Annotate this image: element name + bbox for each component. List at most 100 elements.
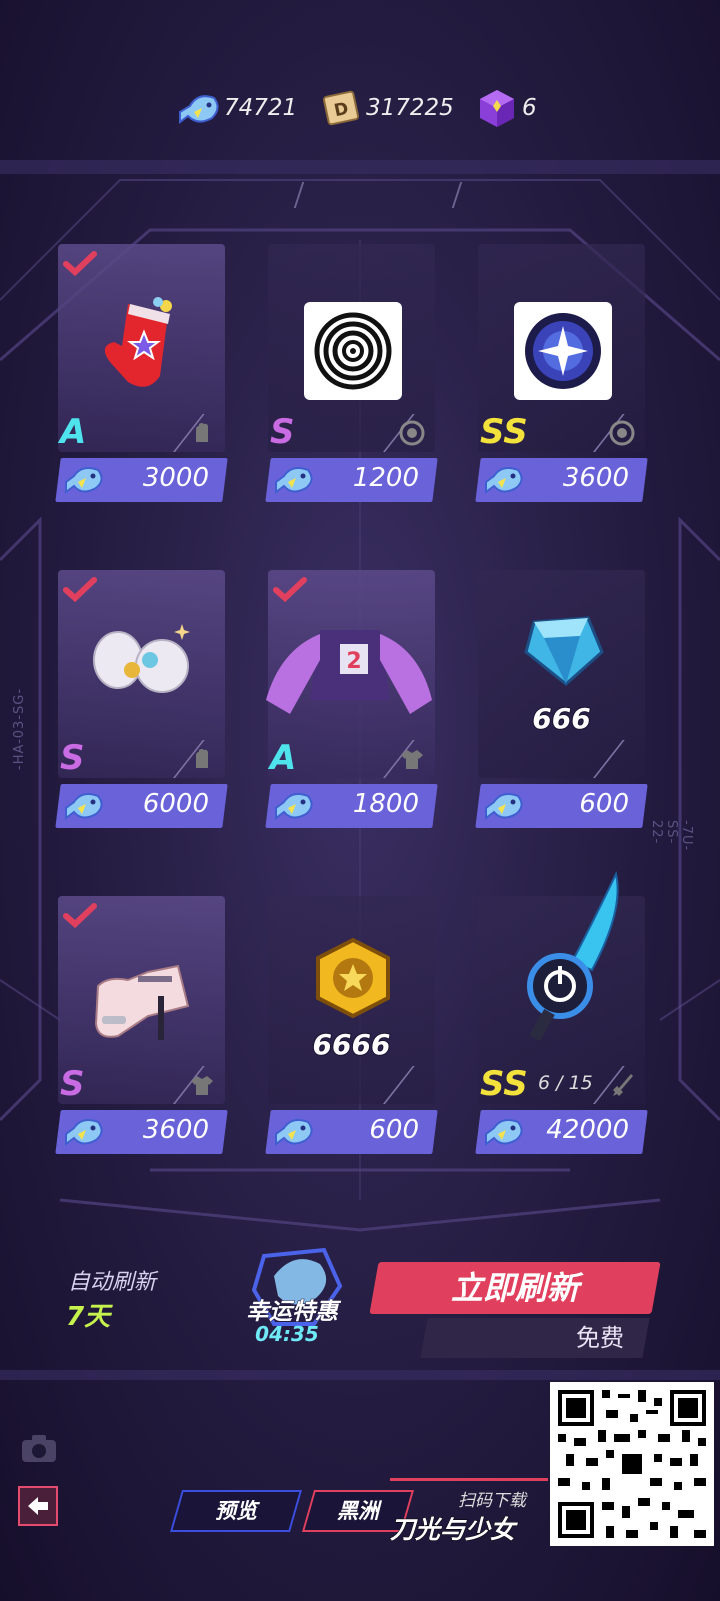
price-value: 1800 <box>352 789 419 819</box>
qr-code-image <box>558 1390 706 1538</box>
target-icon <box>609 420 635 446</box>
price-value: 42000 <box>546 1115 629 1145</box>
rank-badge: SS <box>480 412 528 452</box>
refresh-now-label: 立即刷新 <box>450 1269 579 1307</box>
buy-button[interactable]: 1800 <box>265 784 438 828</box>
refresh-cost: 免费 <box>420 1318 650 1358</box>
rank-badge: A <box>60 412 87 452</box>
download-ad-banner[interactable]: 扫码下载 刀光与少女 <box>389 1470 548 1545</box>
price-value: 600 <box>579 789 629 819</box>
fish-coin-icon <box>65 467 103 494</box>
fish-coin-amount: 74721 <box>224 95 298 121</box>
gold-star-coin-image <box>316 937 390 1019</box>
fish-coin-icon <box>275 467 313 494</box>
fish-coin-icon <box>179 95 219 124</box>
target-icon <box>399 420 425 446</box>
item-type <box>173 1066 219 1104</box>
purple-cube-icon <box>480 90 514 127</box>
buy-button[interactable]: 6000 <box>55 784 228 828</box>
item-quantity: 666 <box>531 701 591 736</box>
buy-button[interactable]: 3000 <box>55 458 228 502</box>
svg-text:2: 2 <box>346 649 361 674</box>
price-value: 600 <box>369 1115 419 1145</box>
blue-diamond-image <box>524 616 604 686</box>
white-gauntlets-image <box>93 624 190 693</box>
price-value: 3600 <box>562 463 629 493</box>
ad-scan-label: 扫码下载 <box>458 1491 526 1511</box>
pink-arm-outfit-image <box>94 964 190 1040</box>
refresh-now-button[interactable]: 立即刷新 <box>369 1262 661 1314</box>
item-type <box>383 740 429 778</box>
right-side-code: -7U-SS-22- <box>649 820 694 852</box>
shirt-icon <box>401 750 423 769</box>
d-ticket-icon: D <box>322 90 360 126</box>
lucky-deal-button[interactable]: 幸运特惠 04:35 <box>222 1247 362 1352</box>
tab-preview-label: 预览 <box>215 1499 257 1523</box>
shop-item-card[interactable]: SS 6 / 15 42000 <box>475 870 648 1166</box>
fish-coin-icon <box>485 1119 523 1146</box>
shop-item-card[interactable]: 2 A 1800 <box>265 570 438 840</box>
red-star-mitten-image <box>104 297 172 387</box>
item-type <box>593 740 639 778</box>
star-orb-icon <box>525 313 601 389</box>
price-value: 3000 <box>142 463 209 493</box>
back-arrow-icon <box>28 1497 48 1515</box>
shop-item-card[interactable]: 666 600 <box>475 570 648 840</box>
purple-cube-amount: 6 <box>522 95 537 121</box>
buy-button[interactable]: 1200 <box>265 458 438 502</box>
buy-button[interactable]: 600 <box>265 1110 438 1154</box>
purchased-check-icon <box>63 903 97 929</box>
buy-button[interactable]: 42000 <box>475 1110 648 1154</box>
shop-item-card[interactable]: A 3000 <box>55 244 228 514</box>
refresh-cost-label: 免费 <box>576 1324 624 1352</box>
auto-refresh-value: 7天 <box>66 1302 111 1332</box>
item-type <box>593 414 639 452</box>
concentric-rings-image <box>304 302 402 400</box>
item-type <box>383 1066 429 1104</box>
camera-icon[interactable] <box>20 1432 58 1464</box>
ad-game-name: 刀光与少女 <box>389 1515 516 1545</box>
rank-badge: A <box>270 738 297 778</box>
item-type <box>173 414 219 452</box>
d-ticket-currency[interactable]: D 317225 <box>318 86 454 130</box>
fish-coin-icon <box>65 793 103 820</box>
purchased-check-icon <box>273 577 307 603</box>
shirt-icon <box>191 1076 213 1095</box>
buy-button[interactable]: 3600 <box>475 458 648 502</box>
fish-coin-icon <box>275 793 313 820</box>
auto-refresh-label: 自动刷新 <box>68 1270 157 1295</box>
qr-code[interactable] <box>550 1382 714 1546</box>
back-button[interactable] <box>18 1486 58 1526</box>
buy-button[interactable]: 600 <box>475 784 648 828</box>
fish-coin-icon <box>275 1119 313 1146</box>
purple-jacket-image: 2 <box>266 630 432 714</box>
buy-button[interactable]: 3600 <box>55 1110 228 1154</box>
shop-item-card[interactable]: S 6000 <box>55 570 228 840</box>
rank-badge: SS <box>480 1064 528 1104</box>
collection-progress: 6 / 15 <box>538 1072 593 1094</box>
blade-icon <box>613 1074 633 1096</box>
fish-coin-icon <box>485 793 523 820</box>
concentric-rings-icon <box>314 312 392 390</box>
shop-item-card[interactable]: 6666 600 <box>265 896 438 1166</box>
fish-coin-icon <box>65 1119 103 1146</box>
rank-badge: S <box>60 738 85 778</box>
purple-cube-currency[interactable]: 6 <box>474 86 537 130</box>
price-value: 3600 <box>142 1115 209 1145</box>
fish-coin-currency[interactable]: 74721 <box>176 86 297 130</box>
item-type <box>383 414 429 452</box>
shop-item-card[interactable]: S 3600 <box>55 896 228 1166</box>
rank-badge: S <box>270 412 295 452</box>
price-value: 6000 <box>142 789 209 819</box>
glove-icon <box>196 749 208 768</box>
item-type <box>173 740 219 778</box>
tab-preview[interactable]: 预览 <box>169 1490 303 1532</box>
nova-blade-image <box>527 870 619 1041</box>
item-quantity: 6666 <box>312 1027 392 1062</box>
lucky-deal-timer: 04:35 <box>255 1322 319 1346</box>
lucky-deal-title: 幸运特惠 <box>246 1299 339 1326</box>
left-side-code: -HA-03-SG- <box>12 687 27 770</box>
shop-item-card[interactable]: SS 3600 <box>475 244 648 514</box>
shop-item-card[interactable]: S 1200 <box>265 244 438 514</box>
purchased-check-icon <box>63 577 97 603</box>
